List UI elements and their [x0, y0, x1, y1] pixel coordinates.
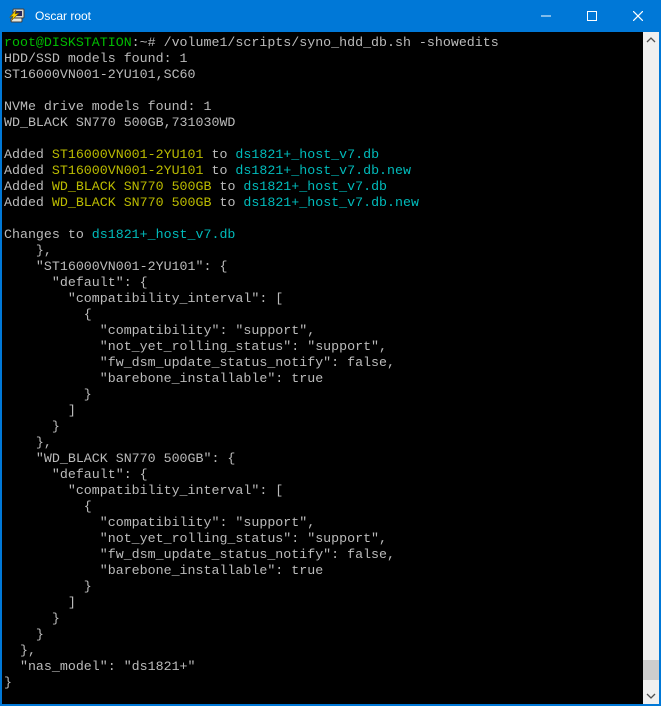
scroll-down-button[interactable] [643, 688, 659, 704]
terminal-line: HDD/SSD models found: 1 [4, 51, 643, 67]
terminal-line: ] [4, 595, 643, 611]
chevron-down-icon [646, 693, 656, 699]
minimize-button[interactable] [523, 0, 569, 32]
terminal-line: "compatibility": "support", [4, 515, 643, 531]
terminal-line: Added ST16000VN001-2YU101 to ds1821+_hos… [4, 163, 643, 179]
terminal-line: Changes to ds1821+_host_v7.db [4, 227, 643, 243]
terminal-line: ] [4, 403, 643, 419]
chevron-up-icon [646, 37, 656, 43]
terminal-line: }, [4, 435, 643, 451]
terminal-line: root@DISKSTATION:~# /volume1/scripts/syn… [4, 35, 643, 51]
maximize-icon [587, 11, 597, 21]
terminal-line: WD_BLACK SN770 500GB,731030WD [4, 115, 643, 131]
terminal-line: "barebone_installable": true [4, 371, 643, 387]
title-bar[interactable]: Oscar root [0, 0, 661, 32]
terminal-line: "barebone_installable": true [4, 563, 643, 579]
putty-window: Oscar root root@DISKSTATION:~# /volume1 [0, 0, 661, 706]
terminal-line: }, [4, 243, 643, 259]
terminal-line: } [4, 579, 643, 595]
terminal-line: } [4, 387, 643, 403]
close-button[interactable] [615, 0, 661, 32]
close-icon [633, 11, 643, 21]
maximize-button[interactable] [569, 0, 615, 32]
terminal-line [4, 131, 643, 147]
terminal-line: ST16000VN001-2YU101,SC60 [4, 67, 643, 83]
caption-buttons [523, 0, 661, 32]
terminal-line: "ST16000VN001-2YU101": { [4, 259, 643, 275]
terminal-line [4, 211, 643, 227]
terminal-line: "not_yet_rolling_status": "support", [4, 339, 643, 355]
scroll-up-button[interactable] [643, 32, 659, 48]
terminal-line: Added ST16000VN001-2YU101 to ds1821+_hos… [4, 147, 643, 163]
terminal-line: } [4, 675, 643, 691]
terminal-line: "default": { [4, 275, 643, 291]
putty-app-icon [8, 7, 26, 25]
terminal-line: "fw_dsm_update_status_notify": false, [4, 547, 643, 563]
terminal-line: { [4, 499, 643, 515]
terminal-line: "compatibility": "support", [4, 323, 643, 339]
window-body: root@DISKSTATION:~# /volume1/scripts/syn… [2, 32, 659, 704]
scrollbar-thumb[interactable] [643, 660, 659, 680]
scrollbar[interactable] [643, 32, 659, 704]
terminal-line: "compatibility_interval": [ [4, 291, 643, 307]
terminal-line: "nas_model": "ds1821+" [4, 659, 643, 675]
terminal-line: "compatibility_interval": [ [4, 483, 643, 499]
terminal-line: "default": { [4, 467, 643, 483]
terminal-line: { [4, 307, 643, 323]
terminal-line [4, 83, 643, 99]
minimize-icon [541, 11, 551, 21]
terminal-line: } [4, 611, 643, 627]
terminal-line: "fw_dsm_update_status_notify": false, [4, 355, 643, 371]
terminal-line: "not_yet_rolling_status": "support", [4, 531, 643, 547]
terminal-line: } [4, 419, 643, 435]
terminal-line: } [4, 627, 643, 643]
terminal-line: Added WD_BLACK SN770 500GB to ds1821+_ho… [4, 179, 643, 195]
terminal-screen[interactable]: root@DISKSTATION:~# /volume1/scripts/syn… [2, 32, 643, 704]
terminal-line: Added WD_BLACK SN770 500GB to ds1821+_ho… [4, 195, 643, 211]
terminal-line: "WD_BLACK SN770 500GB": { [4, 451, 643, 467]
window-title: Oscar root [35, 9, 523, 23]
terminal-line: NVMe drive models found: 1 [4, 99, 643, 115]
terminal-line: }, [4, 643, 643, 659]
